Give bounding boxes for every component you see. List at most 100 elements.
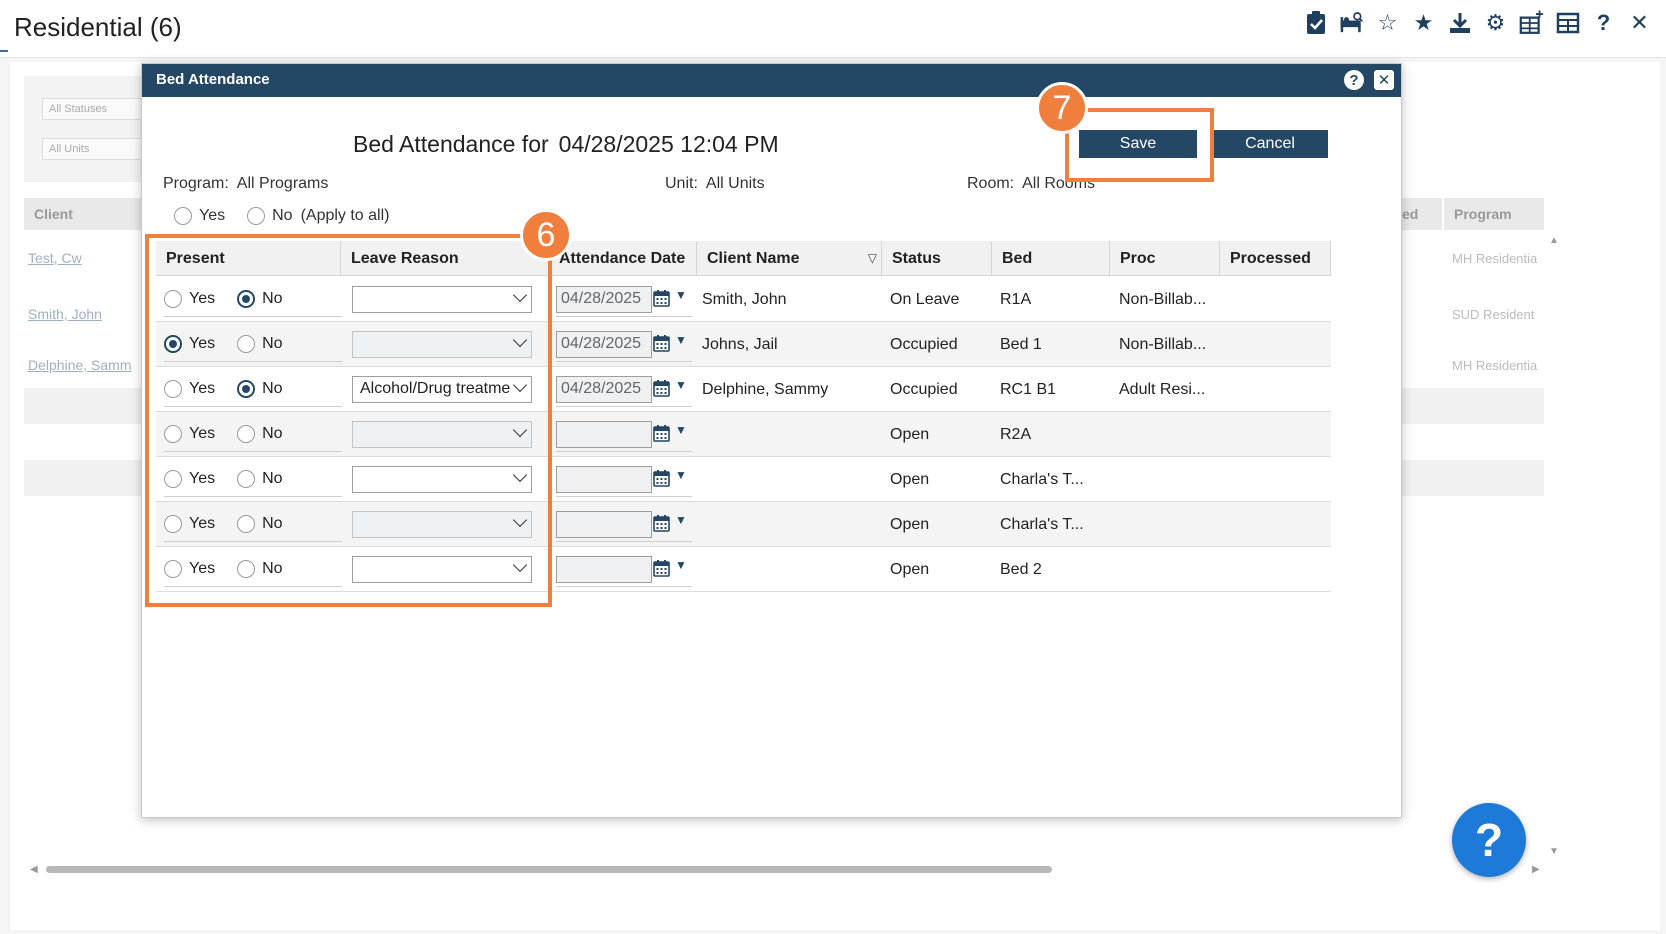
program-value: All Programs [236,175,329,192]
bg-client-link[interactable]: Delphine, Samm [28,357,132,373]
attendance-date-input[interactable] [556,466,652,493]
bed-cell: Bed 2 [1000,560,1042,578]
callout-6-badge: 6 [520,209,572,261]
filter-icon[interactable]: ▽ [868,251,877,265]
proc-cell: Non-Billab... [1119,335,1207,353]
column-bed[interactable]: Bed [992,241,1110,276]
bed-search-icon[interactable] [1339,8,1364,38]
scroll-up-arrow[interactable]: ▲ [1549,235,1559,246]
bg-program-cell: SUD Resident [1452,307,1535,322]
gear-icon[interactable]: ⚙ [1483,8,1508,38]
bed-cell: RC1 B1 [1000,380,1057,398]
attendance-date-input[interactable] [556,421,652,448]
date-field-underline [556,361,692,362]
date-field-underline [556,541,692,542]
caret-down-icon[interactable]: ▼ [675,378,687,392]
program-filter: Program: All Programs [163,175,328,193]
calendar-icon[interactable] [653,380,670,397]
page-title: Residential (6) [14,12,182,42]
caret-down-icon[interactable]: ▼ [675,423,687,437]
bed-cell: Charla's T... [1000,515,1084,533]
column-status[interactable]: Status [882,241,992,276]
apply-to-all-row: Yes No (Apply to all) [174,207,389,225]
calendar-icon[interactable] [653,425,670,442]
date-field-underline [556,586,692,587]
modal-close-icon[interactable]: ✕ [1374,70,1394,90]
calendar-icon[interactable] [653,470,670,487]
caret-down-icon[interactable]: ▼ [675,333,687,347]
callout-7-highlight [1065,108,1214,182]
scroll-down-arrow[interactable]: ▼ [1549,846,1559,857]
bed-cell: R1A [1000,290,1032,308]
unit-label: Unit: [665,175,698,192]
modal-help-icon[interactable]: ? [1344,70,1364,90]
caret-down-icon[interactable]: ▼ [675,558,687,572]
top-bar: Residential (6) ☆ ★ ⚙ ? ✕ [0,0,1666,58]
apply-yes-radio[interactable] [174,207,192,225]
apply-yes-label: Yes [199,207,226,224]
column-client-name[interactable]: Client Name ▽ [697,241,882,276]
calendar-icon[interactable] [653,515,670,532]
bg-column-ed: ed [1402,198,1442,230]
attendance-date-input[interactable]: 04/28/2025 [556,376,652,403]
help-floating-button[interactable]: ? [1452,803,1526,877]
heading-prefix: Bed Attendance for [353,131,549,157]
caret-down-icon[interactable]: ▼ [675,468,687,482]
close-icon[interactable]: ✕ [1627,8,1652,38]
proc-cell: Adult Resi... [1119,380,1206,398]
status-cell: Occupied [890,380,958,398]
status-cell: Open [890,470,930,488]
bg-client-link[interactable]: Test, Cw [28,250,82,266]
proc-cell: Non-Billab... [1119,290,1207,308]
help-icon[interactable]: ? [1591,8,1616,38]
caret-down-icon[interactable]: ▼ [675,513,687,527]
bg-program-cell: MH Residentia [1452,251,1538,266]
attendance-date-input[interactable]: 04/28/2025 [556,331,652,358]
column-attendance-date[interactable]: Attendance Date [549,241,697,276]
bed-cell: R2A [1000,425,1032,443]
apply-no-radio[interactable] [247,207,266,225]
bed-cell: Charla's T... [1000,470,1084,488]
attendance-date-input[interactable] [556,511,652,538]
column-proc[interactable]: Proc [1110,241,1220,276]
modal-header: Bed Attendance ? ✕ [142,64,1401,97]
modal-title: Bed Attendance [156,71,270,88]
attendance-date-input[interactable]: 04/28/2025 [556,286,652,313]
clipboard-check-icon[interactable] [1303,8,1328,38]
bg-column-program: Program [1444,198,1544,230]
horizontal-scrollbar[interactable] [46,866,1052,873]
column-processed[interactable]: Processed [1220,241,1331,276]
client-name-cell: Johns, Jail [702,335,778,353]
room-label: Room: [967,175,1015,192]
caret-down-icon[interactable]: ▼ [675,288,687,302]
date-field-underline [556,451,692,452]
unit-value: All Units [705,175,765,192]
background-filters [24,76,146,182]
grid-icon[interactable] [1555,8,1580,38]
cancel-button[interactable]: Cancel [1212,130,1328,158]
status-cell: Open [890,515,930,533]
status-cell: Open [890,560,930,578]
scroll-left-arrow[interactable]: ◀ [30,864,38,875]
attendance-date-input[interactable] [556,556,652,583]
status-filter[interactable]: All Statuses [42,98,142,120]
unit-filter[interactable]: All Units [42,138,142,160]
toolbar: ☆ ★ ⚙ ? ✕ [1303,8,1652,38]
calendar-icon[interactable] [653,290,670,307]
calendar-icon[interactable] [653,560,670,577]
bg-client-link[interactable]: Smith, John [28,306,102,322]
callout-6-highlight [145,234,552,607]
status-cell: Occupied [890,335,958,353]
apply-to-all-note: (Apply to all) [300,207,390,224]
download-icon[interactable] [1447,8,1472,38]
grid-add-icon[interactable] [1519,8,1544,38]
status-cell: On Leave [890,290,960,308]
calendar-icon[interactable] [653,335,670,352]
star-icon[interactable]: ★ [1411,8,1436,38]
column-client-name-label: Client Name [707,250,800,267]
heading-date: 04/28/2025 12:04 PM [558,131,779,157]
star-outline-icon[interactable]: ☆ [1375,8,1400,38]
scroll-right-arrow[interactable]: ▶ [1532,864,1540,875]
title-accent [0,50,8,52]
date-field-underline [556,406,692,407]
